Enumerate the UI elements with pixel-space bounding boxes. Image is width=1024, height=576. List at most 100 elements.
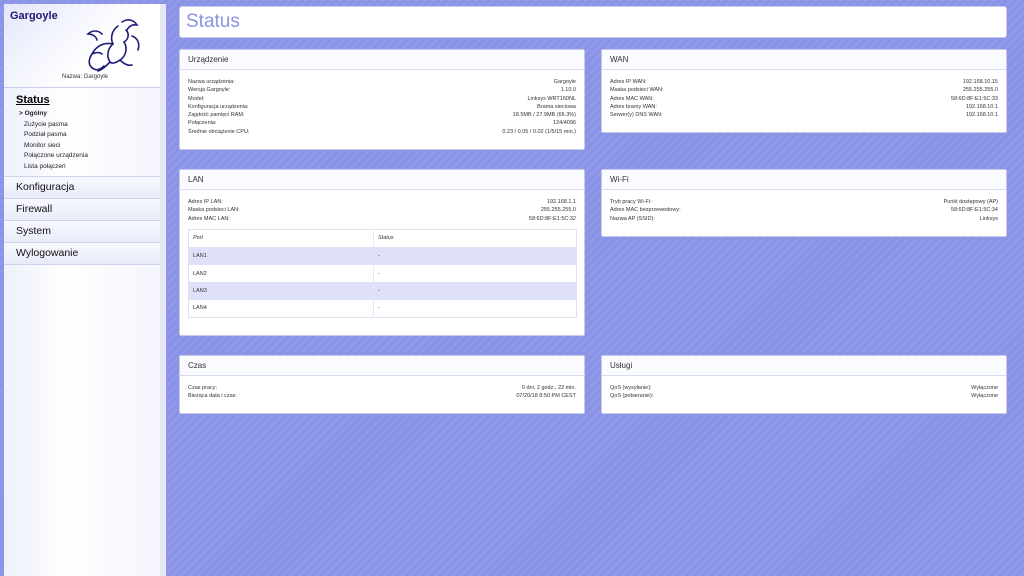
device-name-label: Nazwa: Gargoyle	[61, 74, 109, 80]
services-row: QoS (pobieranie): Wyłączone	[610, 392, 998, 400]
row-value: 58:6D:8F:E1:5C:34	[950, 207, 998, 214]
row-label: QoS (wysyłanie):	[610, 385, 652, 391]
wifi-panel-title: Wi-Fi	[602, 170, 1006, 190]
row-value: 58:6D:8F:E1:5C:33	[950, 95, 998, 102]
row-label: Nazwa urządzenia:	[188, 79, 235, 85]
page-title: Status	[186, 11, 240, 32]
menu-item-logout[interactable]: Wylogowanie	[4, 243, 160, 265]
lan-ports-table: Port Status LAN1- LAN2- LAN3- LAN4-	[188, 228, 577, 318]
menu-status-link[interactable]: Status	[16, 94, 160, 106]
time-panel-title: Czas	[180, 356, 584, 376]
row-label: Maska podsieci LAN:	[188, 207, 240, 214]
row-label: Połączenia:	[188, 120, 217, 127]
submenu-general[interactable]: > Ogólny	[16, 109, 160, 120]
submenu-connection-list[interactable]: Lista połączeń	[16, 162, 160, 173]
row-label: Średnie obciążenie CPU:	[188, 128, 250, 135]
row-value: 18.5MB / 27.9MB (66.3%)	[512, 112, 576, 119]
row-value: Linksys WRT160NL	[527, 95, 577, 102]
wan-row: Adres IP WAN: 192.168.10.15	[610, 78, 998, 86]
row-label: Nazwa AP (SSID):	[610, 215, 655, 222]
services-row: QoS (wysyłanie): Wyłączone	[610, 384, 998, 392]
wan-row: Adres MAC WAN: 58:6D:8F:E1:5C:33	[610, 95, 998, 103]
row-label: Wersja Gargoyle:	[188, 87, 231, 94]
submenu-connected-devices[interactable]: Połączone urządzenia	[16, 151, 160, 162]
row-value: Gargoyle	[553, 79, 576, 85]
row-label: Zajętość pamięci RAM:	[188, 112, 245, 119]
row-value: 0.23 / 0.05 / 0.02 (1/5/15 min.)	[502, 128, 576, 135]
port-status: -	[373, 282, 577, 300]
row-value: 192.168.10.1	[965, 112, 998, 119]
column-header-port: Port	[188, 229, 374, 248]
device-row: Połączenia: 124/4096	[188, 119, 576, 127]
submenu-bandwidth-usage[interactable]: Zużycie pasma	[16, 120, 160, 131]
wan-panel: WAN Adres IP WAN: 192.168.10.15 Maska pod…	[601, 49, 1007, 133]
row-label: Adres MAC LAN:	[188, 215, 230, 222]
row-label: Model:	[188, 95, 205, 102]
port-status: -	[373, 247, 577, 265]
table-row: LAN1-	[188, 247, 577, 265]
port-status: -	[373, 264, 577, 283]
wan-row: Adres bramy WAN: 192.168.10.1	[610, 103, 998, 111]
device-row: Nazwa urządzenia: Gargoyle	[188, 78, 576, 86]
table-row: LAN3-	[188, 282, 577, 300]
row-value: 1.10.0	[560, 87, 576, 94]
row-label: Adres IP LAN:	[188, 199, 223, 205]
wifi-row: Adres MAC bezprzewodowy: 58:6D:8F:E1:5C:3…	[610, 206, 998, 214]
device-panel: Urządzenie Nazwa urządzenia: Gargoyle Wer…	[179, 49, 585, 150]
device-row: Model: Linksys WRT160NL	[188, 95, 576, 103]
submenu-network-monitor[interactable]: Monitor sieci	[16, 141, 160, 152]
row-value: Wyłączone	[971, 385, 998, 391]
lan-row: Maska podsieci LAN: 255.255.255.0	[188, 206, 576, 214]
menu-item-configuration[interactable]: Konfiguracja	[4, 177, 160, 199]
device-row: Konfiguracja urządzenia: Brama sieciowa	[188, 103, 576, 111]
port-status: -	[373, 299, 577, 318]
port-name: LAN2	[193, 270, 207, 277]
row-value: Punkt dostępowy (AP)	[943, 199, 998, 205]
row-value: 192.168.10.15	[962, 79, 998, 85]
row-label: Tryb pracy Wi-Fi:	[610, 199, 652, 205]
row-label: QoS (pobieranie):	[610, 393, 654, 400]
row-value: 124/4096	[553, 120, 576, 127]
row-value: 58:6D:8F:E1:5C:32	[528, 215, 576, 222]
port-name: LAN1	[188, 247, 374, 265]
sidebar: Gargoyle Nazwa: Gargoyle Status > Ogólny…	[4, 4, 166, 576]
table-row: LAN2 -	[189, 264, 577, 283]
row-value: 07/20/18 8:50 PM CEST	[516, 393, 576, 400]
device-row: Wersja Gargoyle: 1.10.0	[188, 86, 576, 94]
port-name: LAN4	[193, 305, 207, 312]
time-panel: Czas Czas pracy: 0 dni, 2 godz., 22 min. …	[179, 355, 585, 414]
row-label: Adres bramy WAN:	[610, 103, 657, 110]
row-value: Linksys	[979, 215, 998, 222]
row-value: 192.168.10.1	[965, 103, 998, 110]
table-header-row: Port Status	[188, 229, 577, 248]
row-value: 255.255.255.0	[540, 207, 576, 214]
gargoyle-logo-icon	[86, 19, 140, 72]
menu-section-status: Status > Ogólny Zużycie pasma Podział pa…	[4, 88, 160, 177]
wan-panel-title: WAN	[602, 50, 1006, 70]
menu-item-system[interactable]: System	[4, 221, 160, 243]
device-row: Średnie obciążenie CPU: 0.23 / 0.05 / 0.0…	[188, 128, 576, 136]
row-label: Maska podsieci WAN:	[610, 87, 664, 94]
row-value: 255.255.255.0	[962, 87, 998, 94]
wifi-row: Tryb pracy Wi-Fi: Punkt dostępowy (AP)	[610, 198, 998, 206]
lan-panel-title: LAN	[180, 170, 584, 190]
table-row: LAN4 -	[189, 299, 577, 318]
row-value: Wyłączone	[971, 393, 998, 400]
title-bar: Status	[179, 6, 1007, 38]
services-panel-title: Usługi	[602, 356, 1006, 376]
services-panel: Usługi QoS (wysyłanie): Wyłączone QoS (po…	[601, 355, 1007, 414]
port-name: LAN3	[188, 282, 374, 300]
brand-title: Gargoyle	[10, 10, 58, 22]
wan-row: Serwer(y) DNS WAN: 192.168.10.1	[610, 111, 998, 119]
lan-row: Adres MAC LAN: 58:6D:8F:E1:5C:32	[188, 215, 576, 223]
lan-panel: LAN Adres IP LAN: 192.168.1.1 Maska podsi…	[179, 169, 585, 336]
brand-header: Gargoyle Nazwa: Gargoyle	[4, 4, 160, 88]
row-label: Adres IP WAN:	[610, 79, 647, 85]
column-header-status: Status	[373, 229, 577, 248]
row-label: Czas pracy:	[188, 385, 218, 391]
time-row: Bieżąca data i czas: 07/20/18 8:50 PM CES…	[188, 392, 576, 400]
row-value: 0 dni, 2 godz., 22 min.	[521, 385, 576, 391]
row-value: Brama sieciowa	[537, 103, 576, 110]
submenu-bandwidth-distribution[interactable]: Podział pasma	[16, 130, 160, 141]
menu-item-firewall[interactable]: Firewall	[4, 199, 160, 221]
